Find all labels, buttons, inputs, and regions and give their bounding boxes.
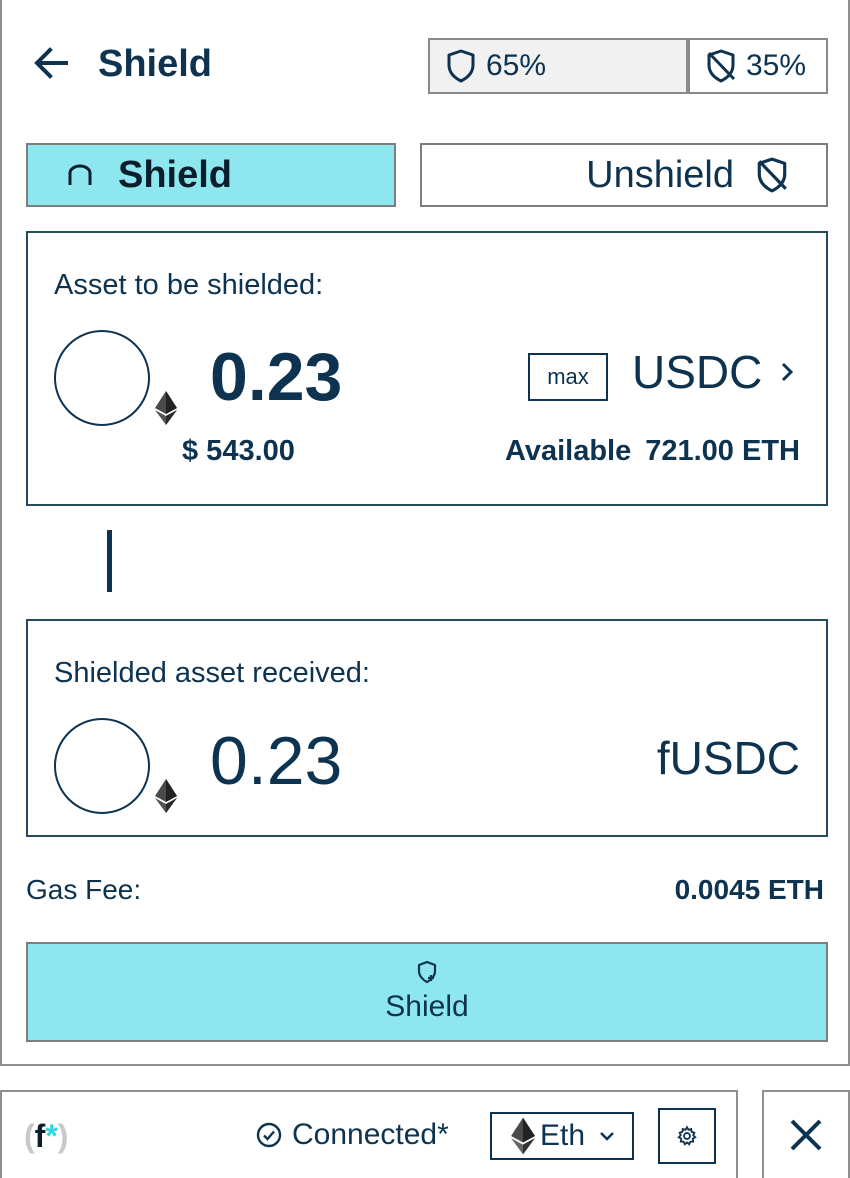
amount-input[interactable]: 0.23 [210, 337, 342, 417]
flow-connector [107, 530, 112, 592]
wallet-footer: (f*) Connected* Eth [0, 1090, 738, 1178]
network-selector[interactable]: Eth [490, 1112, 634, 1160]
arrow-left-icon[interactable] [30, 42, 72, 84]
shield-submit-button[interactable]: Shield [26, 942, 828, 1042]
logo-letter: f [34, 1118, 46, 1154]
unshielded-percent: 35% [746, 49, 807, 82]
gear-icon [677, 1125, 697, 1146]
ethereum-icon [155, 779, 177, 813]
asset-selector[interactable]: USDC [632, 345, 794, 399]
tab-unshield[interactable]: Unshield [420, 143, 828, 207]
connection-status-label: Connected* [292, 1118, 449, 1151]
usd-value: $ 543.00 [182, 435, 295, 467]
ethereum-icon [155, 391, 177, 425]
logo-paren-close: ) [57, 1118, 69, 1154]
shield-plus-icon [417, 960, 437, 984]
check-circle-icon [256, 1122, 282, 1148]
shielded-balance-pill[interactable]: 65% [428, 38, 688, 94]
unshielded-balance-pill[interactable]: 35% [688, 38, 828, 94]
chevron-down-icon [600, 1132, 614, 1141]
tab-unshield-label: Unshield [586, 153, 734, 196]
page-title: Shield [98, 43, 213, 85]
logo-star: * [45, 1118, 58, 1154]
shield-off-icon [707, 49, 736, 83]
shield-off-icon [757, 157, 787, 193]
logo-paren-open: ( [24, 1118, 35, 1154]
asset-from-label: Asset to be shielded: [54, 269, 324, 301]
close-button[interactable] [762, 1090, 850, 1178]
network-selector-label: Eth [540, 1119, 586, 1152]
shield-outline-icon [68, 164, 92, 185]
shielded-token-avatar [54, 718, 150, 814]
ethereum-icon [511, 1117, 535, 1155]
settings-button[interactable] [658, 1108, 716, 1164]
max-button[interactable]: max [528, 353, 608, 401]
received-amount: 0.23 [210, 723, 343, 799]
gas-fee-value: 0.0045 ETH [674, 874, 824, 905]
asset-to-label: Shielded asset received: [54, 657, 370, 689]
app-logo: (f*) [24, 1118, 68, 1154]
received-asset: fUSDC [656, 732, 800, 784]
asset-from-card: Asset to be shielded: 0.23 $ 543.00 max … [26, 231, 828, 506]
shield-panel: Shield 65% 35% Shield Unshield Asset to … [0, 0, 850, 1066]
shield-submit-label: Shield [385, 990, 469, 1023]
available-balance: Available 721.00 ETH [505, 435, 800, 468]
asset-selector-label: USDC [632, 346, 763, 398]
gas-fee-label: Gas Fee: [26, 874, 142, 905]
connection-status: Connected* [256, 1118, 449, 1152]
asset-token-avatar [54, 330, 150, 426]
shield-icon [447, 49, 475, 83]
asset-to-card: Shielded asset received: 0.23 fUSDC [26, 619, 828, 837]
available-value: 721.00 ETH [645, 435, 800, 467]
shielded-percent: 65% [486, 49, 547, 82]
tab-shield[interactable]: Shield [26, 143, 396, 207]
tab-shield-label: Shield [118, 153, 233, 196]
close-icon [790, 1119, 822, 1151]
available-label: Available [504, 435, 632, 467]
chevron-right-icon [782, 362, 794, 382]
